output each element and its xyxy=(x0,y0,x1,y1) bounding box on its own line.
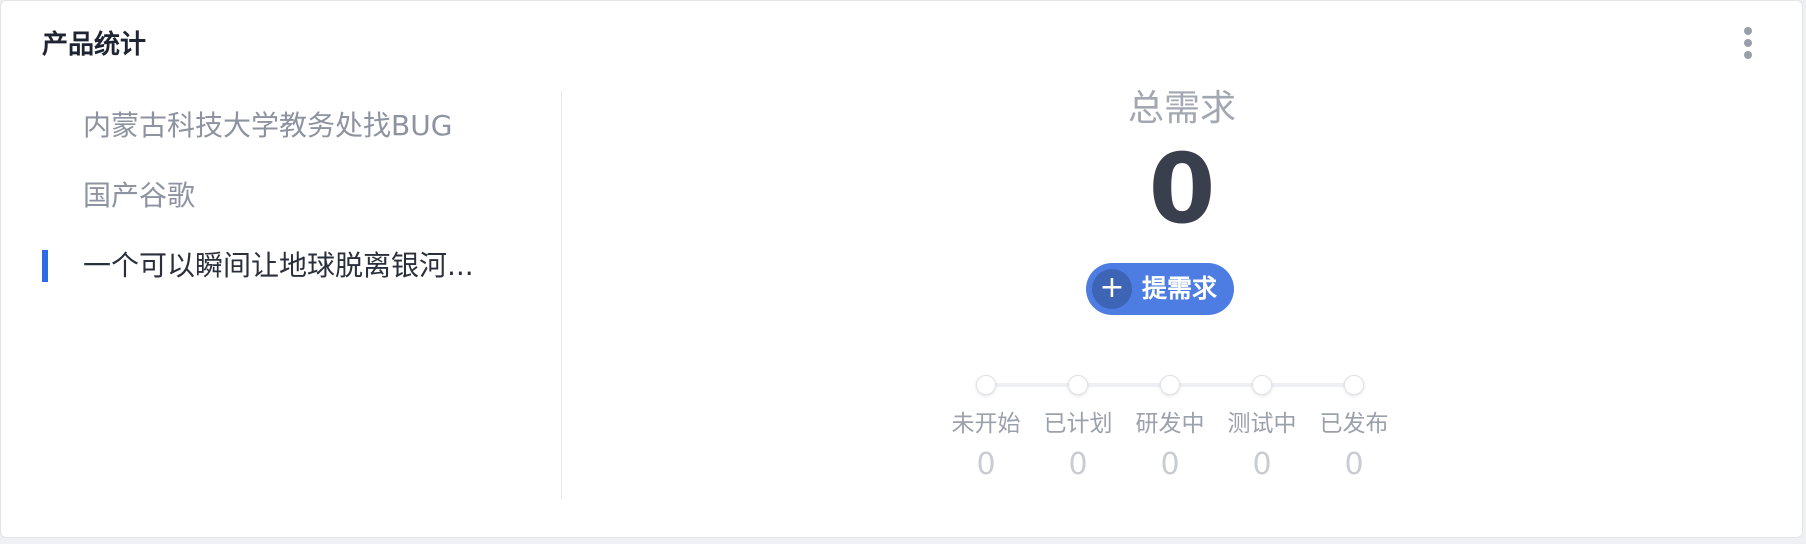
product-list: 内蒙古科技大学教务处找BUG 国产谷歌 一个可以瞬间让地球脱离银河... xyxy=(1,91,561,301)
stage-dot xyxy=(1068,375,1088,395)
product-item[interactable]: 内蒙古科技大学教务处找BUG xyxy=(1,91,561,161)
stage-label: 未开始 xyxy=(951,411,1021,437)
plus-icon: + xyxy=(1092,269,1132,309)
add-requirement-button[interactable]: + 提需求 xyxy=(1086,263,1234,315)
stage-count: 0 xyxy=(1252,447,1272,482)
card-title: 产品统计 xyxy=(42,30,147,60)
stage-dot xyxy=(1160,375,1180,395)
stage-dot xyxy=(976,375,996,395)
product-stats-card: 产品统计 内蒙古科技大学教务处找BUG 国产谷歌 一个可以瞬间让地球脱离银河..… xyxy=(0,0,1803,538)
stage-dot xyxy=(1252,375,1272,395)
stage-label: 已发布 xyxy=(1319,411,1389,437)
more-dot xyxy=(1744,27,1752,35)
stage-dot xyxy=(1344,375,1364,395)
stage-label: 研发中 xyxy=(1135,411,1205,437)
total-requirements-value: 0 xyxy=(1148,133,1216,245)
add-requirement-label: 提需求 xyxy=(1142,274,1218,303)
stage-count: 0 xyxy=(1068,447,1088,482)
stage-label: 已计划 xyxy=(1043,411,1113,437)
total-requirements-label: 总需求 xyxy=(1127,88,1236,129)
more-vertical-icon[interactable] xyxy=(1738,27,1758,63)
stage-count: 0 xyxy=(1160,447,1180,482)
stage-label: 测试中 xyxy=(1227,411,1297,437)
stage-count: 0 xyxy=(976,447,996,482)
more-dot xyxy=(1744,51,1752,59)
product-item-active[interactable]: 一个可以瞬间让地球脱离银河... xyxy=(1,231,561,301)
requirement-stages: 未开始 0 已计划 0 研发中 0 测试中 0 已发布 0 xyxy=(940,367,1400,487)
more-dot xyxy=(1744,39,1752,47)
stage-count: 0 xyxy=(1344,447,1364,482)
product-item[interactable]: 国产谷歌 xyxy=(1,161,561,231)
